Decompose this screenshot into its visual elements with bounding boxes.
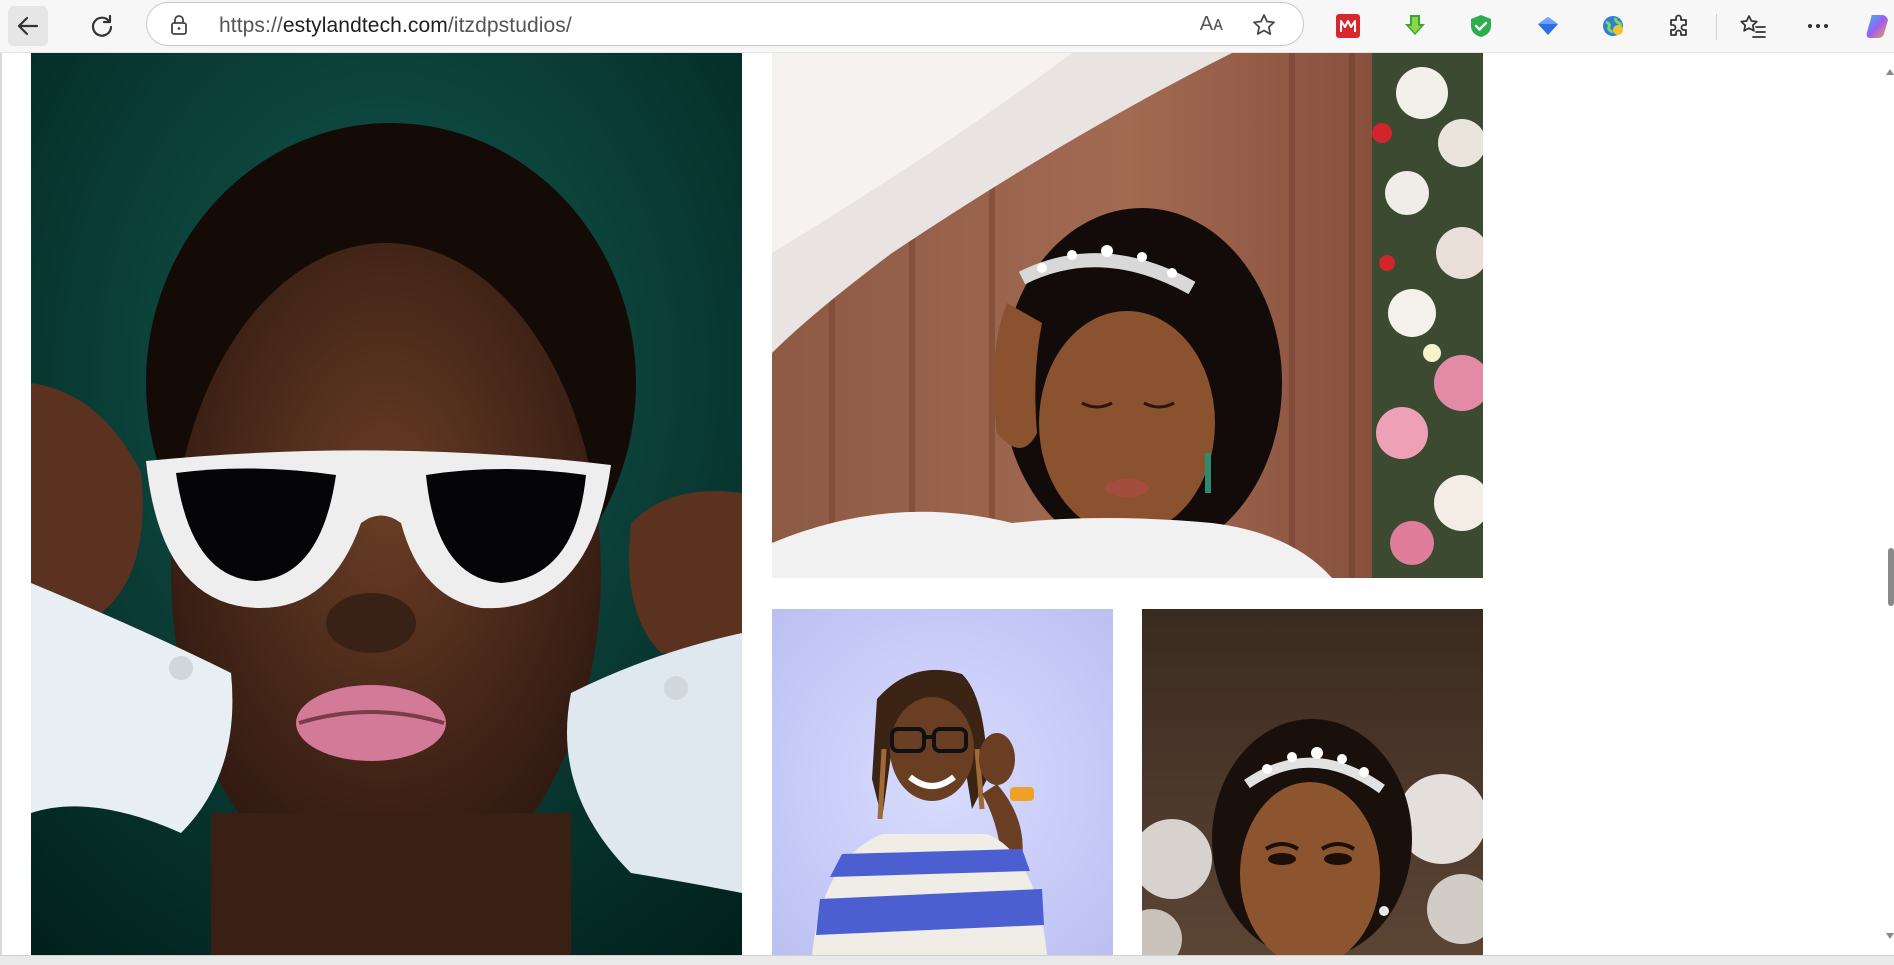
diamond-extension-icon[interactable] (1532, 10, 1564, 42)
star-icon (1253, 14, 1275, 35)
browser-toolbar: https://estylandtech.com/itzdpstudios/ A… (0, 0, 1894, 53)
back-arrow-icon (17, 16, 39, 36)
download-extension-icon[interactable] (1399, 10, 1431, 42)
lock-icon[interactable] (169, 14, 189, 41)
puzzle-icon[interactable] (1664, 10, 1696, 42)
copilot-icon[interactable] (1862, 10, 1894, 42)
url-text[interactable]: https://estylandtech.com/itzdpstudios/ (219, 14, 572, 38)
toolbar-divider (1716, 14, 1717, 40)
read-aloud-icon[interactable]: Aᴀ (1200, 13, 1223, 36)
mega-extension-icon[interactable] (1332, 10, 1364, 42)
url-domain: estylandtech.com (282, 14, 448, 37)
refresh-icon (91, 14, 113, 37)
scroll-up-arrow-icon[interactable] (1886, 62, 1894, 80)
gallery-photo-sunglasses[interactable] (31, 53, 742, 955)
shield-extension-icon[interactable] (1465, 10, 1497, 42)
scroll-down-arrow-icon[interactable] (1886, 926, 1894, 944)
url-prefix: https:// (219, 14, 283, 37)
vertical-scrollbar[interactable] (1880, 53, 1894, 953)
globe-extension-icon[interactable] (1597, 10, 1629, 42)
address-bar[interactable]: https://estylandtech.com/itzdpstudios/ A… (146, 2, 1304, 46)
favorite-star-button[interactable] (1251, 12, 1277, 43)
gallery-photo-bride-tiara[interactable] (772, 53, 1483, 578)
url-path: /itzdpstudios/ (447, 14, 572, 37)
refresh-button[interactable] (82, 6, 122, 46)
page-content (0, 53, 1894, 964)
gallery-photo-bride-closeup[interactable] (1142, 609, 1483, 955)
more-dots-icon[interactable] (1802, 10, 1834, 42)
page-left-border (0, 53, 2, 964)
scrollbar-thumb[interactable] (1888, 548, 1894, 606)
back-button[interactable] (8, 6, 48, 46)
favorites-list-icon[interactable] (1737, 10, 1769, 42)
gallery-photo-man-glasses[interactable] (772, 609, 1113, 955)
